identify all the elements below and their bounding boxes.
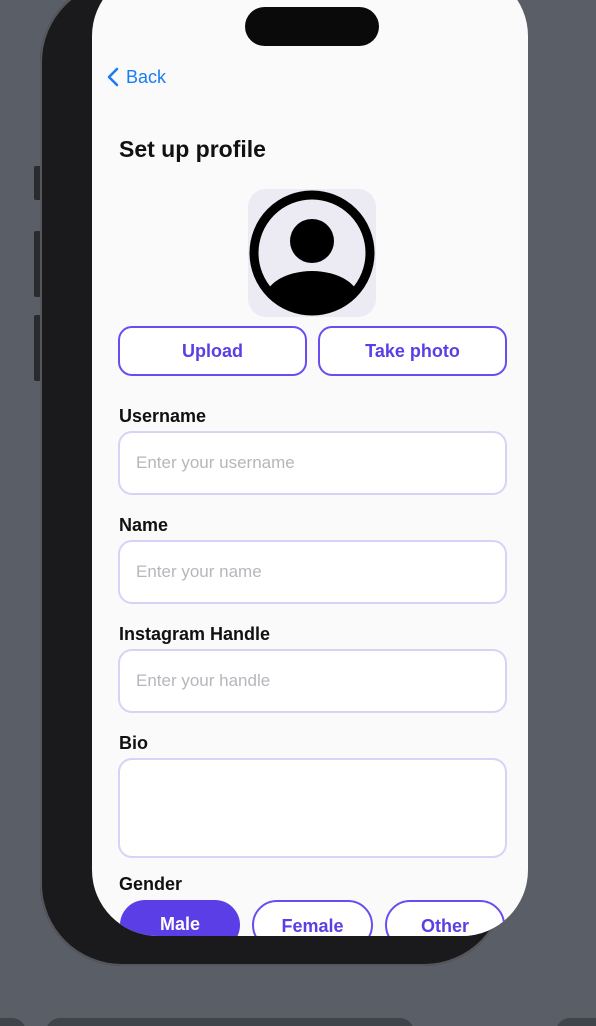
dock-fragment-left [0,1018,26,1026]
phone-frame: Back Set up profile Upload Take photo Us… [40,0,528,966]
bio-field-box [118,758,507,858]
username-label: Username [119,406,207,426]
dock-fragment-right [556,1018,596,1026]
name-field[interactable] [120,542,505,602]
back-label: Back [126,66,167,87]
gender-label: Gender [119,874,183,894]
stage: Back Set up profile Upload Take photo Us… [0,0,596,1026]
back-button[interactable]: Back [106,65,166,89]
username-field[interactable] [120,433,505,493]
bio-field[interactable] [120,760,505,856]
person-circle-icon [249,190,375,316]
upload-button[interactable]: Upload [118,326,307,376]
instagram-label: Instagram Handle [119,624,271,644]
instagram-field[interactable] [120,651,505,711]
gender-option-other[interactable]: Other [385,900,505,936]
gender-option-female[interactable]: Female [252,900,373,936]
instagram-field-box [118,649,507,713]
username-field-box [118,431,507,495]
page-title: Set up profile [119,136,266,162]
name-field-box [118,540,507,604]
name-label: Name [119,515,169,535]
phone-screen: Back Set up profile Upload Take photo Us… [92,0,528,936]
gender-option-male[interactable]: Male [120,900,240,936]
dynamic-island [245,7,379,46]
take-photo-button[interactable]: Take photo [318,326,507,376]
avatar[interactable] [248,189,376,317]
chevron-left-icon [107,67,119,87]
dock-fragment-center [46,1018,414,1026]
bio-label: Bio [119,733,148,753]
